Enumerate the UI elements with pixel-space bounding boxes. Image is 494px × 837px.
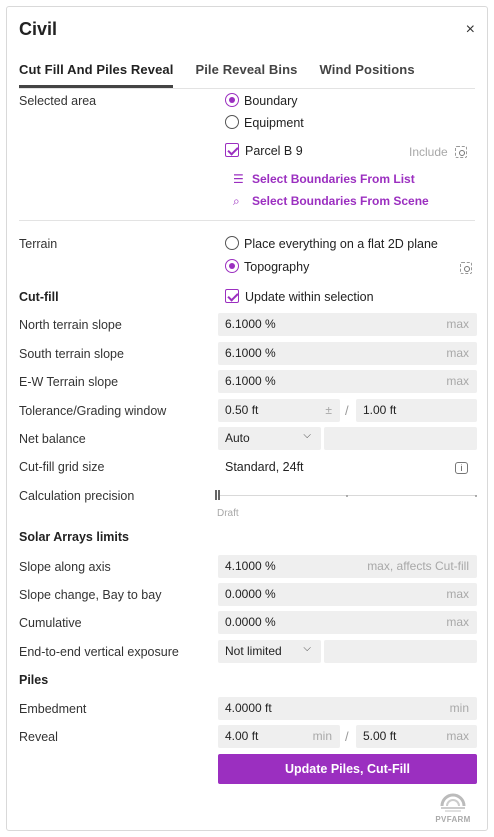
tolerance-label: Tolerance/Grading window bbox=[19, 404, 167, 418]
tolerance-input[interactable]: 0.50 ft ± bbox=[218, 399, 340, 422]
update-piles-button[interactable]: Update Piles, Cut-Fill bbox=[218, 754, 477, 784]
pvfarm-logo-icon bbox=[440, 793, 466, 812]
piles-heading: Piles bbox=[19, 673, 49, 687]
tolerance-separator: / bbox=[345, 403, 349, 418]
ew-slope-label: E-W Terrain slope bbox=[19, 375, 119, 389]
scan-target-icon bbox=[455, 146, 468, 158]
embedment-input[interactable]: 4.0000 ft min bbox=[218, 697, 477, 720]
pvfarm-logo: PVFARM bbox=[433, 788, 473, 824]
close-icon[interactable]: × bbox=[466, 21, 475, 39]
cumulative-input[interactable]: 0.0000 % max bbox=[218, 611, 477, 634]
slope-axis-label: Slope along axis bbox=[19, 560, 111, 574]
exposure-label: End-to-end vertical exposure bbox=[19, 645, 179, 659]
tab-cut-fill[interactable]: Cut Fill And Piles Reveal bbox=[19, 59, 174, 88]
parcel-checkbox[interactable]: Parcel B 9 bbox=[225, 143, 303, 158]
tab-bar: Cut Fill And Piles Reveal Pile Reveal Bi… bbox=[19, 59, 475, 89]
radio-empty-icon bbox=[225, 236, 239, 250]
checkbox-icon bbox=[225, 143, 239, 157]
net-balance-label: Net balance bbox=[19, 432, 86, 446]
checkbox-icon bbox=[225, 289, 239, 303]
tab-pile-reveal-bins[interactable]: Pile Reveal Bins bbox=[195, 59, 297, 88]
reveal-min-input[interactable]: 4.00 ft min bbox=[218, 725, 340, 748]
tab-wind-positions[interactable]: Wind Positions bbox=[320, 59, 415, 88]
slope-axis-input[interactable]: 4.1000 % max, affects Cut-fill bbox=[218, 555, 477, 578]
embedment-label: Embedment bbox=[19, 702, 87, 716]
exposure-value-input[interactable] bbox=[324, 640, 477, 663]
select-from-list-link[interactable]: ☰ Select Boundaries From List bbox=[233, 172, 415, 186]
net-balance-select[interactable]: Auto ⌵ bbox=[218, 427, 321, 450]
bay-change-input[interactable]: 0.0000 % max bbox=[218, 583, 477, 606]
cumulative-label: Cumulative bbox=[19, 616, 82, 630]
update-within-checkbox[interactable]: Update within selection bbox=[225, 289, 374, 304]
grid-size-value: Standard, 24ft bbox=[225, 460, 304, 474]
list-select-icon: ☰ bbox=[233, 172, 244, 186]
cutfill-heading: Cut-fill bbox=[19, 290, 59, 304]
radio-empty-icon bbox=[225, 115, 239, 129]
precision-slider-handle[interactable] bbox=[215, 490, 220, 500]
boundary-radio[interactable]: Boundary bbox=[225, 93, 298, 108]
slider-tick bbox=[475, 495, 477, 497]
north-slope-input[interactable]: 6.1000 % max bbox=[218, 313, 477, 336]
slider-tick bbox=[346, 495, 348, 497]
precision-caption: Draft bbox=[217, 508, 239, 519]
divider bbox=[19, 220, 475, 221]
net-balance-value-input[interactable] bbox=[324, 427, 477, 450]
bay-change-label: Slope change, Bay to bay bbox=[19, 588, 162, 602]
south-slope-input[interactable]: 6.1000 % max bbox=[218, 342, 477, 365]
grid-size-label: Cut-fill grid size bbox=[19, 460, 105, 474]
grading-window-input[interactable]: 1.00 ft bbox=[356, 399, 477, 422]
solar-heading: Solar Arrays limits bbox=[19, 530, 130, 544]
radio-selected-icon bbox=[225, 93, 239, 107]
terrain-label: Terrain bbox=[19, 237, 58, 251]
topography-radio[interactable]: Topography bbox=[225, 259, 309, 274]
civil-panel: Civil × Cut Fill And Piles Reveal Pile R… bbox=[6, 6, 488, 831]
topography-scan-icon[interactable] bbox=[460, 260, 472, 275]
reveal-label: Reveal bbox=[19, 730, 58, 744]
chevron-down-icon: ⌵ bbox=[303, 430, 311, 441]
include-toggle[interactable]: Include bbox=[409, 144, 468, 159]
info-icon[interactable]: i bbox=[455, 462, 468, 474]
flat-plane-radio[interactable]: Place everything on a flat 2D plane bbox=[225, 236, 438, 251]
cursor-select-icon: ⌕ bbox=[233, 194, 240, 208]
south-slope-label: South terrain slope bbox=[19, 347, 124, 361]
precision-label: Calculation precision bbox=[19, 489, 135, 503]
exposure-select[interactable]: Not limited ⌵ bbox=[218, 640, 321, 663]
chevron-down-icon: ⌵ bbox=[303, 643, 311, 654]
selected-area-label: Selected area bbox=[19, 94, 97, 108]
equipment-radio[interactable]: Equipment bbox=[225, 115, 304, 130]
radio-selected-icon bbox=[225, 259, 239, 273]
panel-title: Civil bbox=[19, 19, 58, 39]
north-slope-label: North terrain slope bbox=[19, 318, 122, 332]
select-from-scene-link[interactable]: ⌕ Select Boundaries From Scene bbox=[233, 194, 429, 209]
reveal-separator: / bbox=[345, 729, 349, 744]
ew-slope-input[interactable]: 6.1000 % max bbox=[218, 370, 477, 393]
reveal-max-input[interactable]: 5.00 ft max bbox=[356, 725, 477, 748]
